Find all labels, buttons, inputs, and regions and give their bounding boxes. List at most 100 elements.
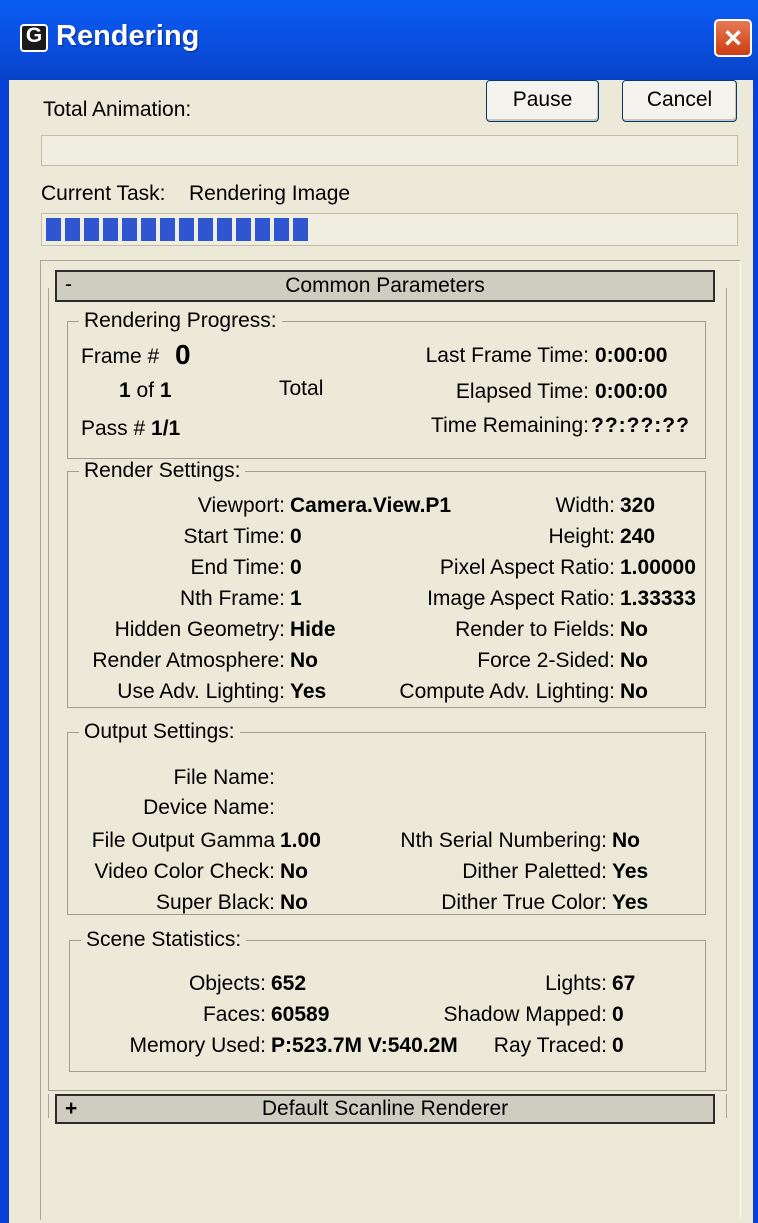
scene-stat-left-label: Objects: (188, 972, 266, 995)
output-setting-right-value: Yes (612, 891, 649, 914)
render-setting-right-label: Pixel Aspect Ratio: (439, 556, 615, 579)
current-task-label: Current Task: (41, 182, 166, 205)
elapsed-time-label: Elapsed Time: (455, 380, 589, 403)
output-setting-left-label: Video Color Check: (94, 860, 275, 883)
progress-segment (46, 218, 61, 241)
time-remaining-label: Time Remaining: (431, 414, 589, 437)
render-setting-left-label: End Time: (190, 556, 285, 579)
render-setting-right-label: Render to Fields: (455, 618, 615, 641)
scene-stat-right-value: 0 (612, 1034, 624, 1057)
output-setting-left-label: File Output Gamma (91, 829, 275, 852)
total-animation-label: Total Animation: (43, 98, 192, 121)
progress-segment (65, 218, 80, 241)
rendering-progress-title: Rendering Progress: (79, 309, 282, 333)
progress-segment (84, 218, 99, 241)
scene-stat-left-label: Faces: (202, 1003, 266, 1026)
render-setting-right-value: 240 (620, 525, 656, 548)
render-setting-left-value: 0 (290, 556, 302, 579)
render-setting-left-label: Render Atmosphere: (92, 649, 285, 672)
render-setting-right-label: Image Aspect Ratio: (427, 587, 615, 610)
window-title: Rendering (56, 20, 200, 52)
pass-value: 1/1 (151, 417, 181, 440)
scene-stat-right-label: Shadow Mapped: (443, 1003, 607, 1026)
render-setting-left-label: Viewport: (197, 494, 285, 517)
scene-stat-right-label: Lights: (545, 972, 607, 995)
scene-stat-right-value: 67 (612, 972, 636, 995)
output-setting-left-label: Super Black: (155, 891, 275, 914)
render-setting-left-value: 0 (290, 525, 302, 548)
render-setting-right-value: 320 (620, 494, 656, 517)
frame-count-current: 1 (119, 379, 131, 402)
frame-label: Frame # (81, 345, 160, 368)
render-setting-right-value: No (620, 618, 648, 641)
progress-segment (160, 218, 175, 241)
scene-stat-right-label: Ray Traced: (493, 1034, 607, 1057)
output-setting-right-value: No (612, 829, 640, 852)
output-settings-group (67, 732, 706, 915)
total-label: Total (279, 377, 324, 400)
render-setting-right-label: Compute Adv. Lighting: (399, 680, 615, 703)
output-setting-right-label: Dither Paletted: (462, 860, 607, 883)
render-setting-left-value: Hide (290, 618, 336, 641)
frame-count-of: of (136, 379, 155, 402)
progress-segment (103, 218, 118, 241)
progress-segment (179, 218, 194, 241)
output-setting-left-value: No (280, 891, 308, 914)
render-settings-title: Render Settings: (79, 459, 246, 483)
elapsed-time-value: 0:00:00 (595, 380, 668, 403)
pass-label: Pass # (81, 417, 146, 440)
scene-stat-left-value: 652 (271, 972, 307, 995)
output-settings-title: Output Settings: (79, 720, 240, 744)
render-setting-left-label: Use Adv. Lighting: (117, 680, 285, 703)
default-scanline-rollout-header[interactable]: + Default Scanline Renderer (55, 1094, 715, 1124)
render-setting-left-value: 1 (290, 587, 302, 610)
dialog-body: Total Animation: Pause Cancel Current Ta… (9, 80, 753, 1223)
render-setting-left-value: No (290, 649, 318, 672)
last-frame-time-label: Last Frame Time: (425, 344, 589, 367)
render-setting-right-value: No (620, 649, 648, 672)
output-setting-right-label: Dither True Color: (441, 891, 607, 914)
app-icon (20, 24, 48, 52)
render-setting-left-label: Nth Frame: (179, 587, 285, 610)
current-task-value: Rendering Image (189, 182, 351, 205)
progress-segment (293, 218, 308, 241)
title-bar[interactable]: Rendering × (0, 0, 758, 80)
progress-segment (141, 218, 156, 241)
pause-button[interactable]: Pause (486, 80, 599, 122)
common-parameters-rollout-header[interactable]: - Common Parameters (55, 270, 715, 302)
output-setting-left-value: 1.00 (280, 829, 321, 852)
progress-segment (217, 218, 232, 241)
current-task-progress-bar (41, 213, 738, 246)
last-frame-time-value: 0:00:00 (595, 344, 668, 367)
cancel-button[interactable]: Cancel (622, 80, 737, 122)
output-setting-right-value: Yes (612, 860, 649, 883)
progress-segment (122, 218, 137, 241)
progress-segment (198, 218, 213, 241)
render-setting-right-label: Width: (555, 494, 615, 517)
render-setting-right-label: Force 2-Sided: (477, 649, 615, 672)
scene-statistics-title: Scene Statistics: (81, 928, 247, 952)
total-animation-progress-bar (41, 135, 738, 166)
render-setting-right-value: No (620, 680, 648, 703)
output-setting-left-value: No (280, 860, 308, 883)
close-icon[interactable]: × (714, 19, 752, 57)
scene-stat-right-value: 0 (612, 1003, 624, 1026)
frame-value: 0 (175, 339, 191, 370)
render-setting-right-label: Height: (548, 525, 615, 548)
render-setting-right-value: 1.00000 (620, 556, 696, 579)
time-remaining-value: ??:??:?? (591, 414, 690, 437)
scene-stat-left-value: 60589 (271, 1003, 330, 1026)
common-parameters-title: Common Parameters (285, 274, 485, 297)
rendering-dialog: Rendering × Total Animation: Pause Cance… (0, 0, 758, 1223)
progress-segment (274, 218, 289, 241)
device-name-label: Device Name: (143, 796, 275, 819)
default-scanline-title: Default Scanline Renderer (261, 1097, 509, 1120)
render-setting-left-label: Start Time: (183, 525, 285, 548)
render-setting-left-label: Hidden Geometry: (114, 618, 285, 641)
render-setting-left-value: Yes (290, 680, 327, 703)
file-name-label: File Name: (173, 766, 275, 789)
progress-segment (255, 218, 270, 241)
scene-stat-left-label: Memory Used: (129, 1034, 266, 1057)
output-setting-right-label: Nth Serial Numbering: (400, 829, 607, 852)
